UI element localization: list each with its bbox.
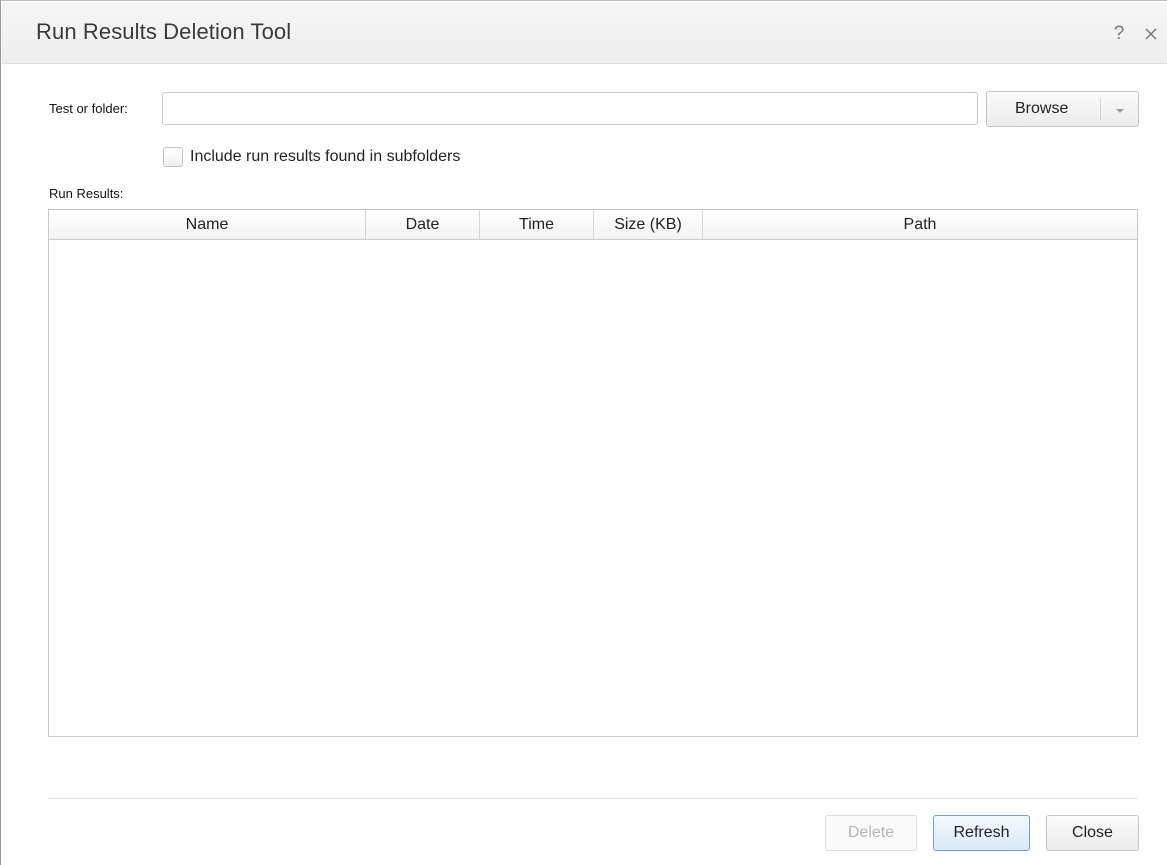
close-button[interactable]: Close <box>1046 815 1139 851</box>
column-header-date[interactable]: Date <box>366 210 480 240</box>
help-button[interactable]: ? <box>1109 24 1129 44</box>
run-results-table[interactable]: Name Date Time Size (KB) Path <box>48 209 1138 737</box>
footer-divider <box>48 798 1138 799</box>
table-body <box>49 240 1137 736</box>
test-or-folder-input[interactable] <box>162 92 978 125</box>
chevron-down-icon[interactable] <box>1109 98 1131 122</box>
dialog-titlebar: Run Results Deletion Tool ? <box>2 2 1167 64</box>
column-header-path[interactable]: Path <box>703 210 1137 240</box>
browse-button[interactable]: Browse <box>986 91 1139 127</box>
refresh-button[interactable]: Refresh <box>933 815 1030 851</box>
run-results-label: Run Results: <box>49 186 124 201</box>
delete-button[interactable]: Delete <box>825 815 917 851</box>
column-header-name[interactable]: Name <box>49 210 366 240</box>
browse-divider <box>1100 99 1101 120</box>
dialog-title: Run Results Deletion Tool <box>36 19 292 44</box>
column-header-time[interactable]: Time <box>480 210 594 240</box>
run-results-deletion-dialog: Run Results Deletion Tool ? Test or fold… <box>0 0 1167 865</box>
browse-button-label: Browse <box>1015 100 1069 117</box>
test-or-folder-label: Test or folder: <box>49 101 128 116</box>
close-icon[interactable] <box>1141 24 1161 44</box>
include-subfolders-label: Include run results found in subfolders <box>190 148 461 165</box>
column-header-size[interactable]: Size (KB) <box>594 210 703 240</box>
table-header: Name Date Time Size (KB) Path <box>49 210 1137 240</box>
include-subfolders-checkbox[interactable] <box>163 147 183 167</box>
